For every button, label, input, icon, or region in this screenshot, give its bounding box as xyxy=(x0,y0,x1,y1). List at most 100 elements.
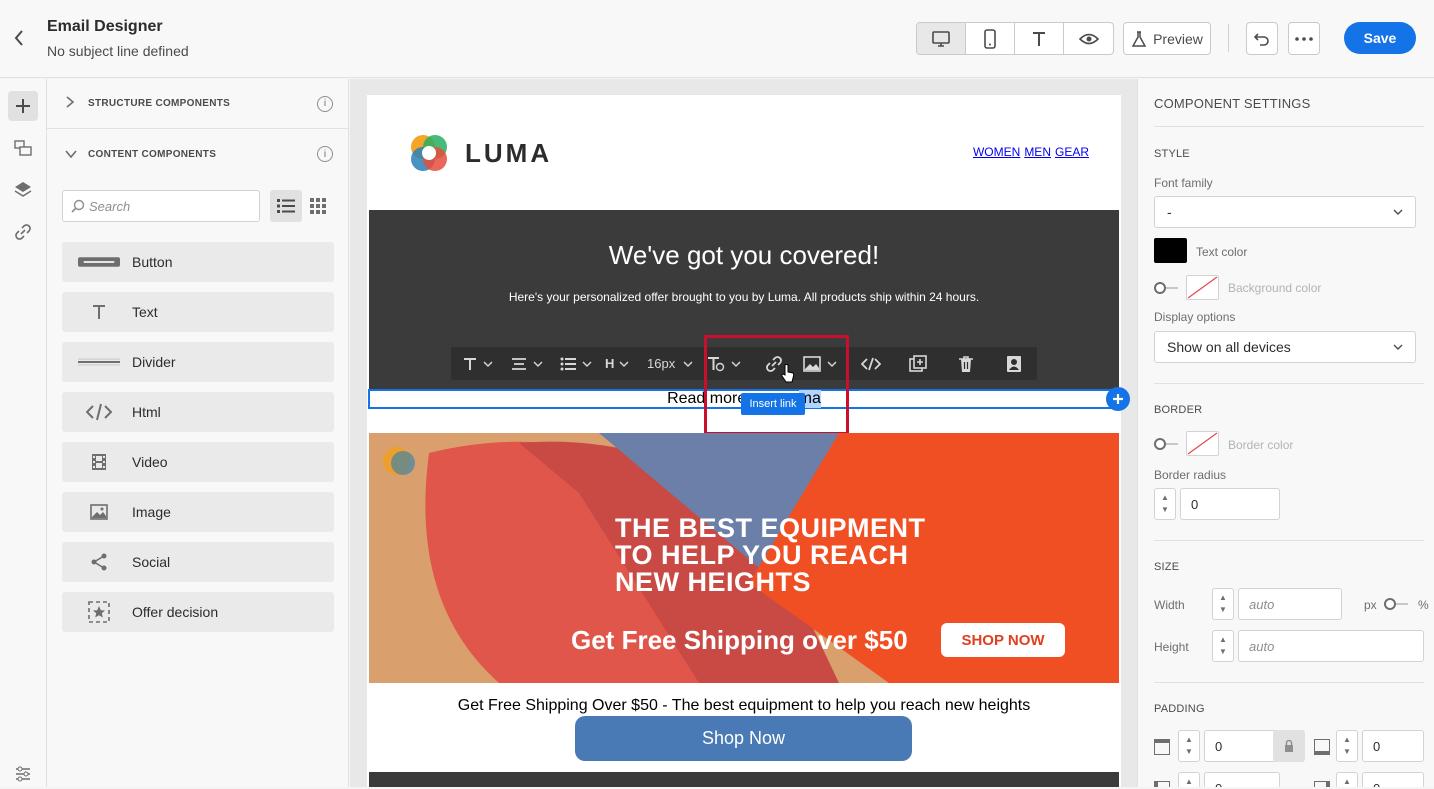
link-icon[interactable] xyxy=(8,217,38,247)
delete-button[interactable] xyxy=(958,355,974,373)
shop-now-button[interactable]: Shop Now xyxy=(575,716,912,761)
component-label: Text xyxy=(132,304,158,320)
display-options-select[interactable]: Show on all devices xyxy=(1154,331,1416,363)
hero-text: Here's your personalized offer brought t… xyxy=(508,290,980,304)
info-icon[interactable]: i xyxy=(317,146,333,162)
brand-name: LUMA xyxy=(465,137,553,168)
text-view-button[interactable] xyxy=(1015,23,1064,54)
list-dropdown[interactable] xyxy=(560,357,592,371)
align-center-icon xyxy=(512,357,526,370)
component-label: Video xyxy=(132,454,168,470)
mobile-icon xyxy=(984,28,996,49)
component-social[interactable]: Social xyxy=(62,542,334,582)
component-html[interactable]: Html xyxy=(62,392,334,432)
source-code-button[interactable] xyxy=(861,357,881,371)
heading-dropdown[interactable]: H xyxy=(605,356,629,371)
component-divider[interactable]: Divider xyxy=(62,342,334,382)
text-style-dropdown[interactable] xyxy=(707,356,741,372)
padding-top-stepper[interactable]: ▲ ▼ xyxy=(1178,730,1200,762)
component-image[interactable]: Image xyxy=(62,492,334,532)
border-radius-input[interactable]: 0 xyxy=(1180,488,1280,520)
heading-label: H xyxy=(605,356,615,371)
mobile-view-button[interactable] xyxy=(966,23,1015,54)
duplicate-icon xyxy=(909,354,927,372)
size-header: SIZE xyxy=(1154,561,1180,573)
component-offer-decision[interactable]: Offer decision xyxy=(62,592,334,632)
email-canvas: LUMA WOMEN MEN GEAR We've got you covere… xyxy=(350,79,1137,787)
share-icon xyxy=(78,553,120,571)
grid-view-button[interactable] xyxy=(302,190,334,222)
text-color-swatch[interactable] xyxy=(1154,238,1187,263)
chevron-down-icon xyxy=(731,361,741,367)
banner-shop-now[interactable]: SHOP NOW xyxy=(941,623,1065,657)
padding-lock-button[interactable] xyxy=(1273,730,1305,762)
chevron-right-icon xyxy=(65,96,75,111)
duplicate-button[interactable] xyxy=(909,354,927,373)
undo-button[interactable] xyxy=(1246,22,1278,55)
layers-icon[interactable] xyxy=(8,175,38,205)
padding-bottom-input[interactable]: 0 xyxy=(1362,730,1424,762)
bullet-list-icon xyxy=(560,357,576,370)
fragments-icon[interactable] xyxy=(8,133,38,163)
border-color-toggle[interactable] xyxy=(1154,438,1178,450)
padding-left-stepper[interactable]: ▲▼ xyxy=(1178,772,1200,787)
footer-section[interactable] xyxy=(369,772,1119,787)
width-label: Width xyxy=(1154,598,1185,612)
background-color-swatch[interactable] xyxy=(1186,275,1219,300)
padding-left-input[interactable]: 0 xyxy=(1204,772,1280,787)
width-input[interactable]: auto xyxy=(1238,588,1342,620)
insert-image-dropdown[interactable] xyxy=(803,355,837,372)
font-size-dropdown[interactable]: 16px xyxy=(647,356,693,371)
chevron-down-icon xyxy=(827,361,837,367)
align-dropdown[interactable] xyxy=(511,357,543,371)
component-text[interactable]: Text xyxy=(62,292,334,332)
text-style-icon xyxy=(708,356,725,371)
font-family-value: - xyxy=(1167,204,1172,220)
add-block-button[interactable] xyxy=(1106,387,1130,411)
preview-button[interactable]: Preview xyxy=(1123,22,1211,55)
add-components-icon[interactable] xyxy=(8,91,38,121)
content-components-section[interactable]: CONTENT COMPONENTS i xyxy=(47,129,349,179)
back-arrow-icon[interactable] xyxy=(12,28,28,48)
component-video[interactable]: Video xyxy=(62,442,334,482)
settings-sliders-icon[interactable] xyxy=(8,759,38,789)
chevron-down-icon xyxy=(533,361,543,367)
personalization-button[interactable] xyxy=(1006,355,1022,373)
more-options-button[interactable] xyxy=(1288,22,1320,55)
structure-components-section[interactable]: STRUCTURE COMPONENTS i xyxy=(47,79,349,129)
divider xyxy=(1154,540,1424,541)
info-icon[interactable]: i xyxy=(317,95,333,112)
font-family-label: Font family xyxy=(1154,176,1213,190)
nav-link-women[interactable]: WOMEN xyxy=(973,145,1020,159)
preview-eye-button[interactable] xyxy=(1064,23,1113,54)
padding-right-input[interactable]: 0 xyxy=(1362,772,1424,787)
text-format-dropdown[interactable] xyxy=(463,357,493,371)
nav-link-men[interactable]: MEN xyxy=(1024,145,1051,159)
nav-link-gear[interactable]: GEAR xyxy=(1055,145,1089,159)
font-family-select[interactable]: - xyxy=(1154,196,1416,228)
component-label: Social xyxy=(132,554,171,570)
unit-toggle[interactable] xyxy=(1384,598,1408,610)
padding-bottom-stepper[interactable]: ▲ ▼ xyxy=(1336,730,1358,762)
luma-logo[interactable]: LUMA xyxy=(407,131,552,175)
height-stepper[interactable]: ▲ ▼ xyxy=(1212,630,1234,662)
desktop-view-button[interactable] xyxy=(917,23,966,54)
promo-banner[interactable]: THE BEST EQUIPMENT TO HELP YOU REACH NEW… xyxy=(369,433,1119,683)
pointer-cursor-icon xyxy=(781,364,795,383)
padding-right-stepper[interactable]: ▲▼ xyxy=(1336,772,1358,787)
width-stepper[interactable]: ▲ ▼ xyxy=(1212,588,1234,620)
shipping-caption[interactable]: Get Free Shipping Over $50 - The best eq… xyxy=(367,697,1121,715)
lock-icon xyxy=(1285,740,1293,752)
divider xyxy=(1154,383,1424,384)
padding-top-input[interactable]: 0 xyxy=(1204,730,1280,762)
banner-headline: THE BEST EQUIPMENT TO HELP YOU REACH NEW… xyxy=(615,515,926,596)
component-button[interactable]: Button xyxy=(62,242,334,282)
background-color-toggle[interactable] xyxy=(1154,282,1178,294)
border-radius-stepper[interactable]: ▲ ▼ xyxy=(1154,488,1176,520)
image-icon xyxy=(78,504,120,520)
save-button[interactable]: Save xyxy=(1344,22,1416,54)
list-view-button[interactable] xyxy=(270,190,302,222)
border-color-swatch[interactable] xyxy=(1186,431,1219,456)
height-input[interactable]: auto xyxy=(1238,630,1424,662)
search-input[interactable]: Search xyxy=(62,190,260,222)
